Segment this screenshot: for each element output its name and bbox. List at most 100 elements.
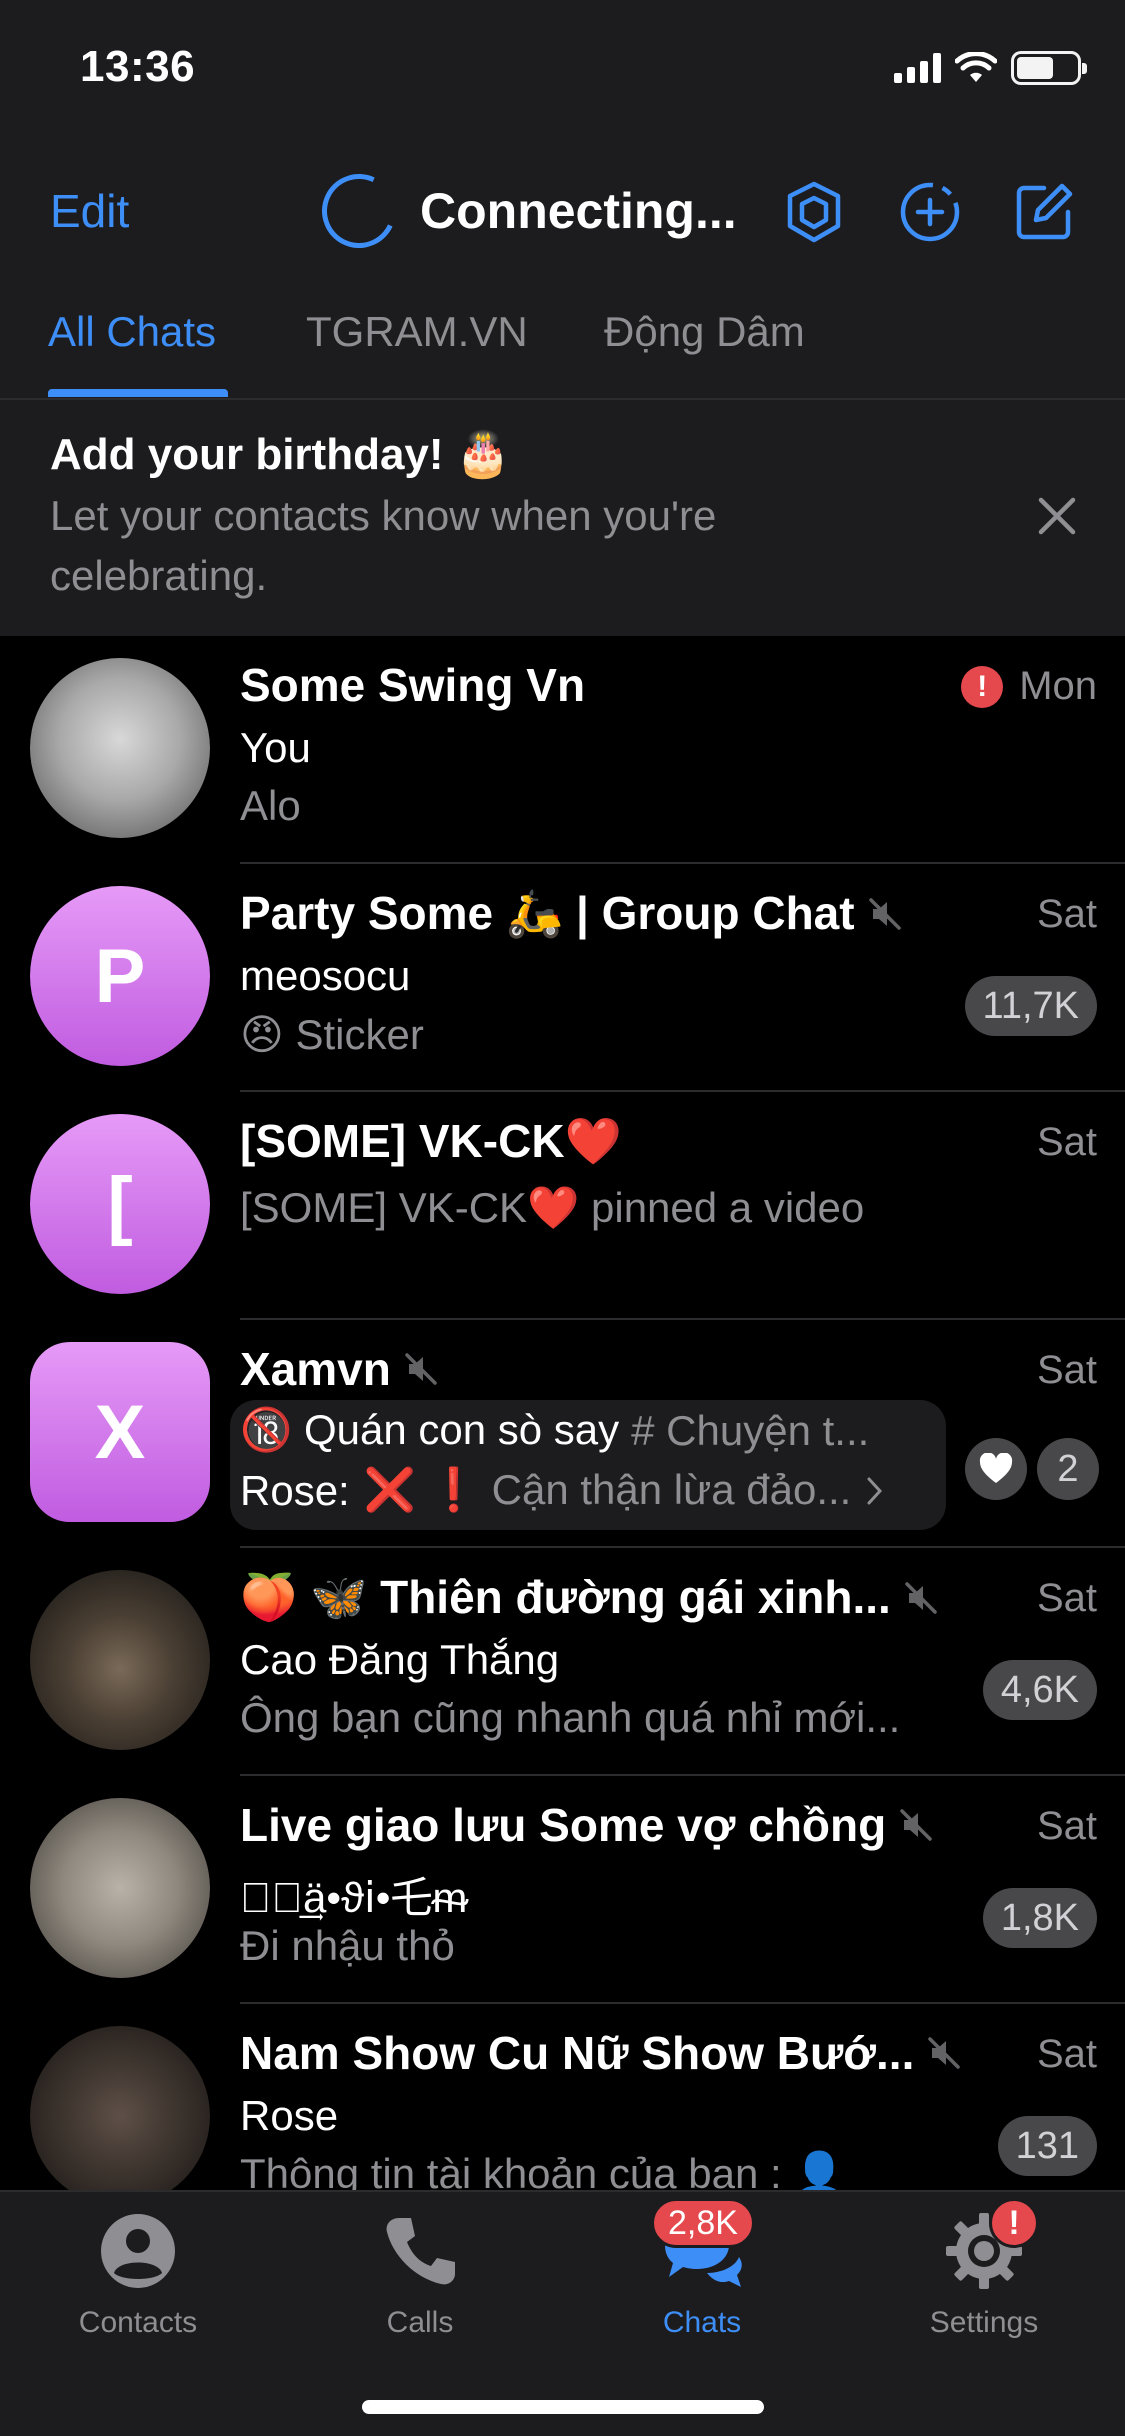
- chat-row[interactable]: P Party Some 🛵 | Group Chat Sat meosocu …: [0, 864, 1125, 1092]
- phone-icon: [386, 2218, 455, 2285]
- chat-date: Sat: [1036, 1348, 1097, 1392]
- chat-date: Sat: [1036, 2032, 1097, 2076]
- tab-label: Settings: [929, 2306, 1039, 2339]
- birthday-banner-title: Add your birthday! 🎂: [50, 430, 511, 479]
- active-tab-indicator: [48, 389, 228, 397]
- person-icon: [101, 2214, 175, 2288]
- chat-date: Sat: [1036, 1120, 1097, 1164]
- chat-row[interactable]: Live giao lưu Some vợ chồng Sat ❀ⷪ͢ä•ϑⅰ•…: [0, 1776, 1125, 2004]
- close-icon[interactable]: [1033, 492, 1081, 540]
- chat-row[interactable]: [ [SOME] VK-CK❤️ Sat [SOME] VK-CK❤️ pinn…: [0, 1092, 1125, 1320]
- chat-row[interactable]: Some Swing Vn ! Mon You Alo: [0, 636, 1125, 864]
- chevron-right-icon: [867, 1477, 883, 1504]
- muted-icon: [928, 2037, 961, 2069]
- chat-message: Thông tin tài khoản của bạn : 👤: [240, 2150, 846, 2190]
- shield-icon: [787, 181, 841, 243]
- chat-sender: meosocu: [240, 952, 411, 999]
- error-icon: !: [961, 665, 1004, 708]
- chat-name: Xamvn: [240, 1343, 391, 1395]
- muted-icon: [868, 897, 901, 930]
- proxy-shield-button[interactable]: [780, 178, 848, 246]
- avatar: P: [30, 886, 210, 1066]
- chat-name-group: Live giao lưu Some vợ chồng: [240, 1798, 934, 1852]
- chat-sender: ❀ⷪ͢ä•ϑⅰ•乇ᵯ: [240, 1874, 468, 1921]
- birthday-banner-text: Let your contacts know when you're celeb…: [50, 492, 717, 599]
- chat-name-group: Nam Show Cu Nữ Show Bướ...: [240, 2026, 962, 2080]
- avatar: X: [30, 1342, 210, 1522]
- chat-row[interactable]: Nam Show Cu Nữ Show Bướ... Sat Rose Thôn…: [0, 2004, 1125, 2190]
- tab-settings[interactable]: ! Settings: [884, 2198, 1084, 2340]
- muted-icon: [900, 1809, 932, 1841]
- chat-date-group: ! Mon: [961, 664, 1097, 709]
- unread-badge: 2: [1037, 1438, 1099, 1500]
- chat-name-group: 🍑 🦋 Thiên đường gái xinh...: [240, 1570, 939, 1625]
- chat-name: Party Some 🛵 | Group Chat: [240, 887, 855, 939]
- chat-date: Mon: [1019, 664, 1097, 708]
- chat-message: Đi nhậu thỏ: [240, 1922, 455, 1969]
- avatar: [30, 1570, 210, 1750]
- compose-icon: [1016, 183, 1073, 240]
- chat-name-group: Xamvn: [240, 1342, 439, 1396]
- avatar: [30, 658, 210, 838]
- new-story-button[interactable]: [896, 178, 964, 246]
- wifi-icon: [955, 52, 997, 82]
- muted-icon: [405, 1353, 437, 1385]
- tab-label: Chats: [662, 2306, 742, 2339]
- chats-unread-badge: 2,8K: [651, 2198, 755, 2248]
- chat-name: [SOME] VK-CK❤️: [240, 1115, 622, 1167]
- chat-sender: You: [240, 724, 311, 771]
- compose-button[interactable]: [1010, 178, 1078, 246]
- tab-chats[interactable]: 2,8K Chats: [602, 2198, 802, 2340]
- tab-label: Contacts: [78, 2306, 198, 2339]
- chat-message: Alo: [240, 782, 301, 829]
- chat-name: Some Swing Vn: [240, 659, 586, 711]
- topic-preview[interactable]: 🔞 Quán con sò say # Chuyện t... Rose: ❌ …: [230, 1400, 946, 1530]
- avatar: [30, 2026, 210, 2190]
- chat-name-group: Party Some 🛵 | Group Chat: [240, 886, 903, 941]
- chat-name: 🍑 🦋 Thiên đường gái xinh...: [240, 1571, 891, 1623]
- tab-tgram[interactable]: TGRAM.VN: [306, 308, 528, 356]
- topic-name: 🔞 Quán con sò say: [240, 1406, 620, 1453]
- settings-alert-badge: !: [989, 2198, 1039, 2248]
- chat-sender: Cao Đăng Thắng: [240, 1636, 560, 1683]
- home-indicator[interactable]: [362, 2400, 764, 2414]
- chat-message: Ông bạn cũng nhanh quá nhỉ mới...: [240, 1694, 901, 1741]
- status-icons: [894, 48, 1087, 88]
- unread-badge: 131: [997, 2116, 1097, 2176]
- tab-dong-dam[interactable]: Động Dâm: [604, 308, 805, 356]
- chat-name: Nam Show Cu Nữ Show Bướ...: [240, 2027, 915, 2079]
- chat-date: Sat: [1036, 1576, 1097, 1620]
- topic-name: # Chuyện t...: [631, 1406, 870, 1454]
- tab-calls[interactable]: Calls: [320, 2206, 520, 2340]
- avatar: [: [30, 1114, 210, 1294]
- unread-badge: 11,7K: [964, 976, 1097, 1036]
- chat-message: 😠 Sticker: [240, 1011, 424, 1058]
- chat-sender: Rose:: [240, 1466, 350, 1514]
- chat-message: ❌ ❗ Cận thận lừa đảo...: [363, 1466, 852, 1513]
- edit-button[interactable]: Edit: [50, 184, 129, 238]
- tab-contacts[interactable]: Contacts: [38, 2206, 238, 2340]
- unread-badge: 4,6K: [982, 1660, 1097, 1720]
- reaction-badge[interactable]: [965, 1438, 1027, 1500]
- chat-name: Live giao lưu Some vợ chồng: [240, 1799, 887, 1851]
- chat-sender: Rose: [240, 2092, 339, 2139]
- birthday-banner[interactable]: Add your birthday! 🎂 Let your contacts k…: [0, 400, 1125, 636]
- avatar: [30, 1798, 210, 1978]
- chat-row[interactable]: 🍑 🦋 Thiên đường gái xinh... Sat Cao Đăng…: [0, 1548, 1125, 1776]
- unread-badge: 1,8K: [982, 1888, 1097, 1948]
- chat-row[interactable]: X Xamvn Sat 🔞 Quán con sò say # Chuyện t…: [0, 1320, 1125, 1548]
- chat-date: Sat: [1036, 892, 1097, 936]
- status-time: 13:36: [80, 42, 196, 91]
- heart-icon: [979, 1453, 1013, 1483]
- signal-icon: [894, 53, 941, 83]
- loading-spinner-icon: [311, 163, 407, 259]
- tab-label: Calls: [386, 2306, 454, 2339]
- tab-all-chats[interactable]: All Chats: [48, 308, 216, 356]
- chat-date: Sat: [1036, 1804, 1097, 1848]
- chat-message: [SOME] VK-CK❤️ pinned a video: [240, 1184, 865, 1231]
- add-circle-icon: [900, 182, 960, 242]
- folder-tabs: All Chats TGRAM.VN Động Dâm: [0, 300, 1125, 400]
- connection-status: Connecting...: [311, 163, 737, 259]
- muted-icon: [905, 1581, 937, 1614]
- header: 13:36 Edit Connecting... All Chats TGRAM…: [0, 0, 1125, 636]
